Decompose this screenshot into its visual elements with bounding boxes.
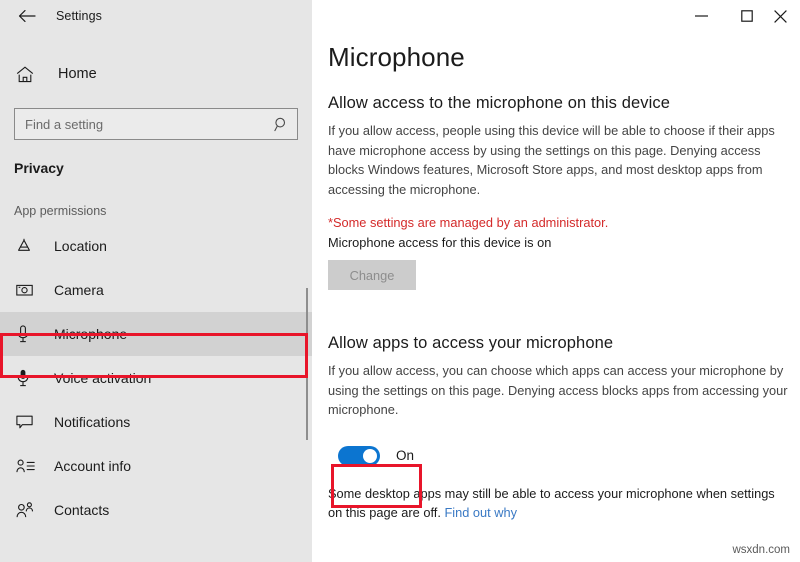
sidebar-item-camera-label: Camera — [54, 282, 104, 298]
minimize-icon[interactable] — [678, 0, 724, 32]
sidebar-item-home-label: Home — [58, 66, 97, 82]
camera-icon — [16, 283, 40, 297]
contacts-icon — [16, 502, 40, 518]
sidebar-item-voice-activation[interactable]: Voice activation — [0, 356, 312, 400]
sidebar-item-contacts[interactable]: Contacts — [0, 488, 312, 532]
change-button[interactable]: Change — [328, 260, 416, 290]
apps-access-toggle-label: On — [396, 448, 415, 463]
sidebar-item-notifications-label: Notifications — [54, 414, 131, 430]
sidebar-item-voice-activation-label: Voice activation — [54, 370, 152, 386]
toggle-knob — [363, 448, 377, 463]
maximize-icon[interactable] — [724, 0, 770, 32]
sidebar-item-location[interactable]: Location — [0, 224, 312, 268]
apps-access-description: If you allow access, you can choose whic… — [328, 363, 788, 417]
settings-content: Microphone Allow access to the microphon… — [312, 0, 800, 523]
page-title: Microphone — [328, 42, 465, 72]
find-out-why-link[interactable]: Find out why — [444, 505, 517, 520]
voice-activation-icon — [16, 369, 40, 387]
search-box[interactable] — [14, 108, 298, 140]
microphone-icon — [16, 325, 40, 343]
device-access-description: If you allow access, people using this d… — [328, 123, 775, 197]
search-input[interactable] — [25, 116, 274, 132]
notifications-icon — [16, 415, 40, 430]
account-info-icon — [16, 459, 40, 473]
sidebar-item-account-info-label: Account info — [54, 458, 132, 474]
sidebar-scrollbar[interactable] — [306, 288, 308, 440]
watermark: wsxdn.com — [732, 544, 790, 556]
sidebar-item-microphone-label: Microphone — [54, 326, 128, 342]
sidebar-item-microphone[interactable]: Microphone — [0, 312, 312, 356]
sidebar-titlebar: Settings — [0, 0, 312, 32]
main-content: Microphone Allow access to the microphon… — [312, 0, 800, 562]
sidebar-item-account-info[interactable]: Account info — [0, 444, 312, 488]
search-icon[interactable] — [274, 117, 289, 132]
device-access-heading: Allow access to the microphone on this d… — [328, 94, 671, 112]
desktop-apps-note-text: Some desktop apps may still be able to a… — [328, 485, 775, 521]
window-controls — [678, 0, 800, 32]
sidebar-nav-list: Location Camera Microphone Voice activat… — [0, 224, 312, 532]
sidebar-item-camera[interactable]: Camera — [0, 268, 312, 312]
close-icon[interactable] — [770, 0, 800, 32]
desktop-apps-note: Some desktop apps may still be able to a… — [328, 484, 792, 523]
settings-window: Settings Home Privacy App permi — [0, 0, 800, 562]
home-icon — [16, 65, 42, 83]
sidebar-item-notifications[interactable]: Notifications — [0, 400, 312, 444]
admin-managed-note: *Some settings are managed by an adminis… — [328, 215, 609, 230]
sidebar-item-location-label: Location — [54, 238, 107, 254]
apps-access-toggle[interactable] — [338, 445, 380, 466]
sidebar-item-home[interactable]: Home — [0, 54, 312, 94]
app-title: Settings — [56, 9, 102, 23]
location-icon — [16, 238, 40, 254]
back-arrow-icon[interactable] — [14, 3, 40, 29]
device-access-status: Microphone access for this device is on — [328, 235, 552, 250]
sidebar-item-contacts-label: Contacts — [54, 502, 110, 518]
sidebar: Settings Home Privacy App permi — [0, 0, 312, 562]
apps-access-toggle-row[interactable]: On — [328, 438, 428, 474]
apps-access-heading: Allow apps to access your microphone — [328, 334, 614, 352]
sidebar-group-label: App permissions — [14, 204, 107, 218]
page-section-title: Privacy — [14, 160, 64, 176]
